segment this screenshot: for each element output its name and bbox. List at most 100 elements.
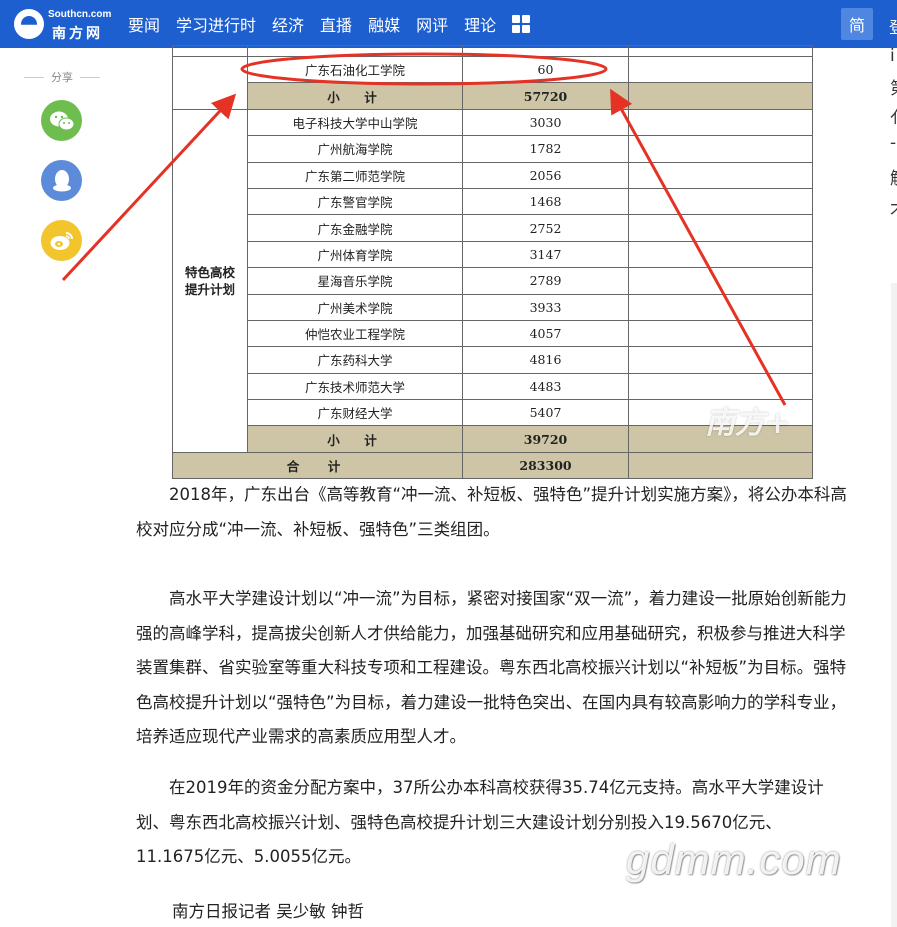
school-value: 3030	[462, 108, 629, 137]
school-value: 4816	[462, 346, 629, 374]
table-cell	[628, 161, 813, 189]
school-name: 广州航海学院	[247, 135, 463, 163]
school-name: 广东第二师范学院	[247, 161, 463, 189]
school-name: 广州美术学院	[247, 293, 463, 321]
table-row: 广东金融学院 2752	[173, 214, 813, 242]
table-row: 广东技术师范大学 4483	[173, 372, 813, 401]
qq-share-button[interactable]	[41, 160, 82, 201]
nav-overflow-text: 登	[889, 14, 897, 38]
subtotal-row: 小 计 57720	[173, 82, 813, 110]
school-value: 3933	[462, 293, 629, 321]
school-value: 2789	[462, 267, 629, 295]
sidebar-text-fragment: 亻	[890, 103, 897, 128]
main-nav: 要闻 学习进行时 经济 直播 融媒 网评 理论	[128, 0, 531, 48]
table-row: 星海音乐学院 2789	[173, 267, 813, 295]
table-cell	[628, 214, 813, 242]
group-label-text: 特色高校提升计划	[184, 264, 235, 297]
school-value: 4057	[462, 319, 629, 348]
table-cell	[628, 82, 813, 110]
sidebar-text-fragment: -	[890, 133, 897, 153]
total-row: 合 计 283300	[172, 451, 813, 480]
school-name: 广州体育学院	[247, 240, 463, 269]
total-value: 283300	[462, 451, 629, 480]
school-value: 4483	[462, 372, 629, 401]
article-paragraph-1: 2018年，广东出台《高等教育“冲一流、补短板、强特色”提升计划实施方案》，将公…	[136, 485, 847, 539]
language-toggle-button[interactable]: 简	[841, 8, 873, 40]
school-name: 星海音乐学院	[247, 267, 463, 295]
table-cell	[628, 293, 813, 321]
table-row: 广东第二师范学院 2056	[173, 161, 813, 189]
table-row: 仲恺农业工程学院 4057	[173, 319, 813, 348]
school-name: 广东财经大学	[247, 399, 463, 427]
school-value: 5407	[462, 399, 629, 427]
nav-item-study[interactable]: 学习进行时	[176, 12, 256, 36]
table-cell	[628, 240, 813, 269]
share-label: 分享	[22, 69, 102, 85]
school-value: 1468	[462, 187, 629, 216]
group-label: 特色高校提升计划	[172, 108, 248, 453]
weibo-share-button[interactable]	[41, 220, 82, 261]
grid-icon[interactable]	[512, 15, 531, 33]
logo-text-en: Southcn.com	[48, 9, 112, 20]
table-cell	[628, 55, 813, 84]
table-row: 广东警官学院 1468	[173, 187, 813, 216]
school-name: 广东药科大学	[247, 346, 463, 374]
subtotal-value: 57720	[462, 82, 629, 110]
nav-item-economy[interactable]: 经济	[272, 12, 304, 36]
school-name: 广东技术师范大学	[247, 372, 463, 401]
site-logo[interactable]: Southcn.com 南方网	[12, 6, 112, 42]
qq-icon	[52, 169, 71, 191]
school-value: 60	[462, 55, 629, 84]
table-cell	[628, 319, 813, 348]
table-row: 广州航海学院 1782	[173, 135, 813, 163]
weibo-icon	[50, 231, 73, 250]
table-row: 广州美术学院 3933	[173, 293, 813, 321]
subtotal-value: 39720	[462, 425, 629, 453]
sidebar-text-fragment: 才	[890, 195, 897, 220]
school-value: 1782	[462, 135, 629, 163]
sidebar-text-fragment: 第	[890, 74, 897, 99]
school-name: 广东金融学院	[247, 214, 463, 242]
school-name: 广东石油化工学院	[247, 55, 463, 84]
article-paragraph-2: 高水平大学建设计划以“冲一流”为目标，紧密对接国家“双一流”，着力建设一批原始创…	[136, 589, 847, 746]
gdmm-watermark: gdmm.com	[626, 836, 842, 883]
subtotal-label: 小 计	[247, 82, 463, 110]
table-row: 广东石油化工学院 60	[172, 55, 813, 110]
nav-item-news[interactable]: 要闻	[128, 12, 160, 36]
school-value: 2752	[462, 214, 629, 242]
nav-item-commentary[interactable]: 网评	[416, 12, 448, 36]
sidebar-text-fragment: i	[890, 46, 895, 66]
article-byline: 南方日报记者 吴少敏 钟哲	[172, 902, 364, 921]
wechat-share-button[interactable]	[41, 100, 82, 141]
table-cell	[628, 451, 813, 480]
table-cell	[628, 135, 813, 163]
total-label: 合 计	[172, 451, 463, 480]
school-name: 广东警官学院	[247, 187, 463, 216]
table-cell	[628, 45, 813, 57]
table-row: 广东药科大学 4816	[173, 346, 813, 374]
school-value: 2056	[462, 161, 629, 189]
table-cell	[172, 56, 248, 110]
logo-text-cn: 南方网	[52, 26, 103, 42]
school-name: 电子科技大学中山学院	[247, 108, 463, 137]
table-cell	[628, 108, 813, 137]
table-cell	[628, 187, 813, 216]
school-name: 仲恺农业工程学院	[247, 319, 463, 348]
school-value: 3147	[462, 240, 629, 269]
sidebar-panel	[891, 283, 897, 927]
top-nav-bar: Southcn.com 南方网 要闻 学习进行时 经济 直播 融媒 网评 理论 …	[0, 0, 897, 48]
table-row: 特色高校提升计划 电子科技大学中山学院 3030	[172, 108, 813, 453]
table-cell	[628, 346, 813, 374]
wechat-icon	[49, 111, 74, 130]
sidebar-text-fragment: 解	[890, 164, 897, 189]
southplus-watermark: 南方+	[705, 406, 791, 441]
nav-item-media[interactable]: 融媒	[368, 12, 400, 36]
table-cell	[247, 45, 463, 57]
subtotal-label: 小 计	[247, 425, 463, 453]
table-cell	[628, 267, 813, 295]
nav-item-theory[interactable]: 理论	[464, 12, 496, 36]
nav-item-live[interactable]: 直播	[320, 12, 352, 36]
table-row: 广州体育学院 3147	[173, 240, 813, 269]
table-cell	[462, 45, 629, 57]
table-cell	[172, 45, 248, 57]
